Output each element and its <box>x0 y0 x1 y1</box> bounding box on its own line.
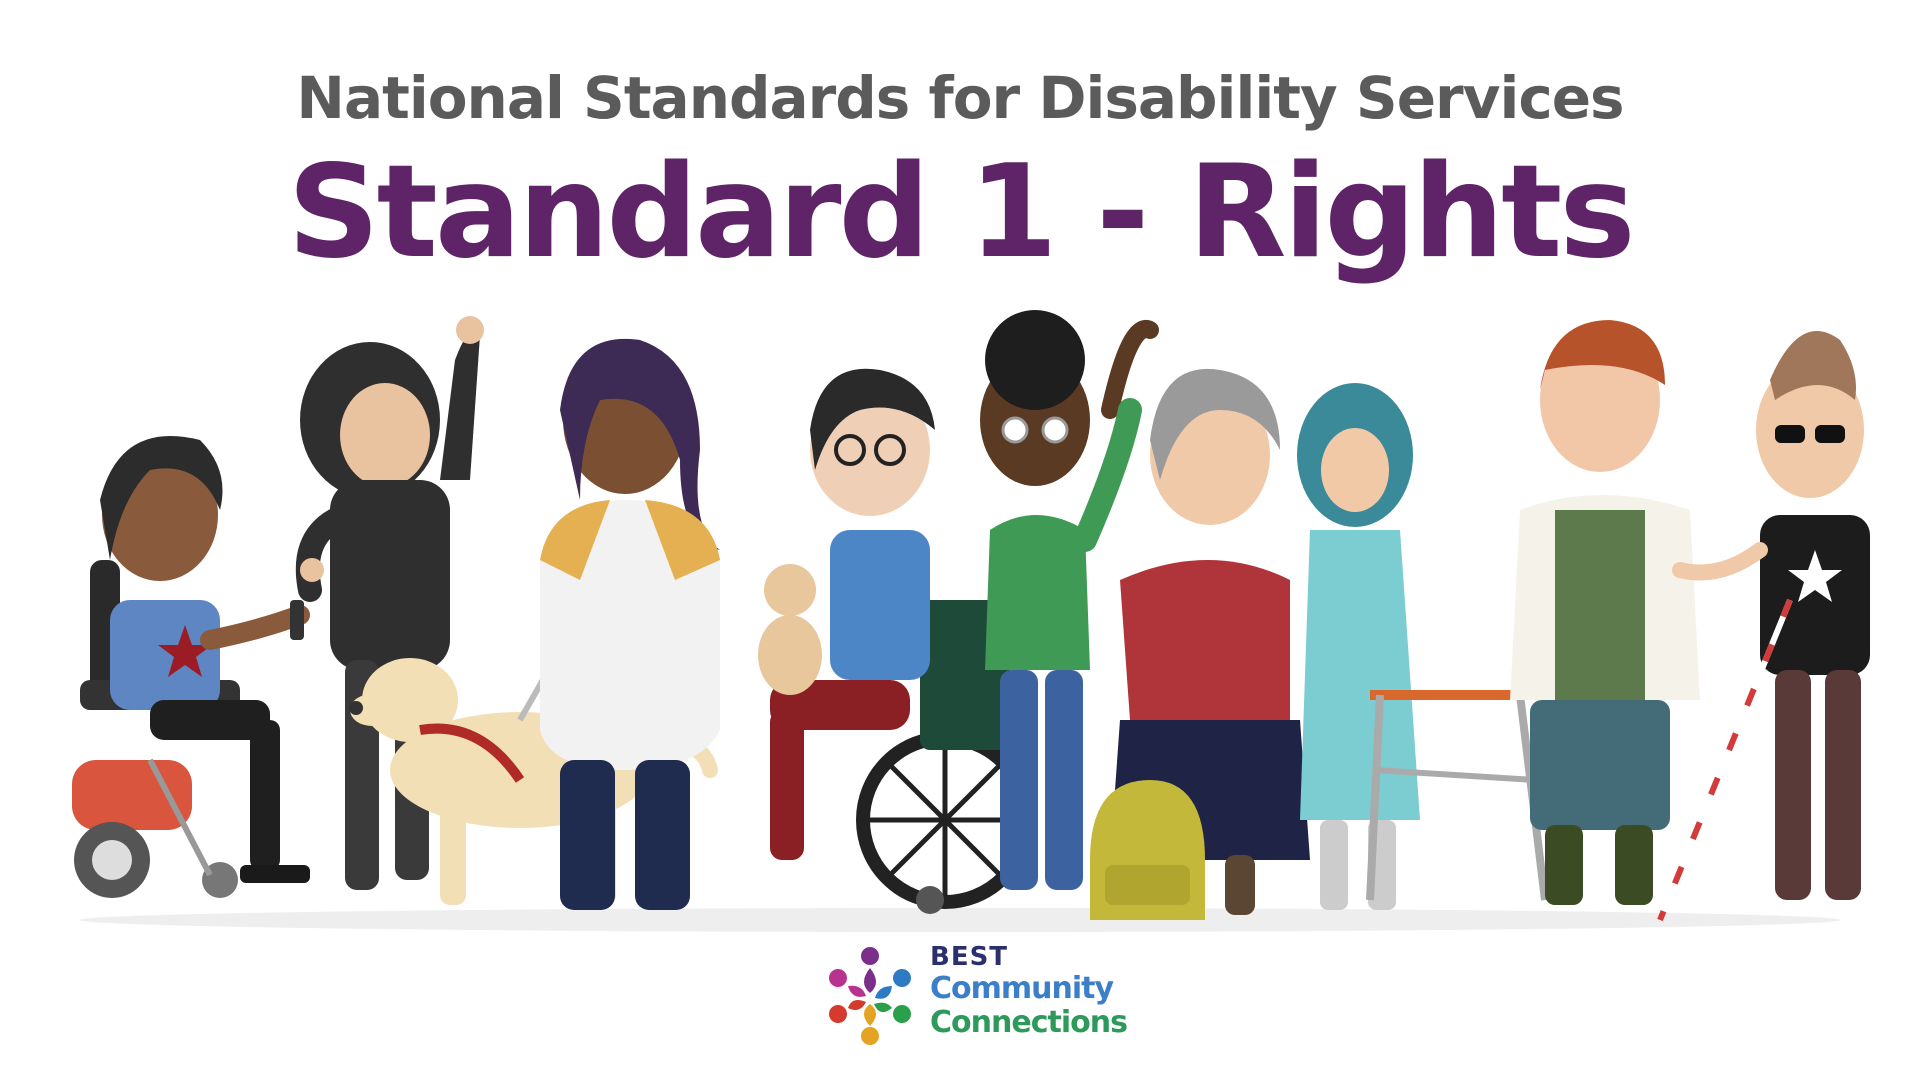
logo-community-text: Community <box>930 971 1114 1006</box>
man-in-checked-shirt <box>1510 320 1700 905</box>
page-subtitle: National Standards for Disability Servic… <box>296 64 1624 132</box>
ground-shadow <box>80 908 1840 932</box>
person-with-long-hair <box>540 338 720 910</box>
people-illustration <box>72 310 1870 932</box>
logo-connections-text: Connections <box>930 1005 1128 1040</box>
person-in-power-wheelchair <box>72 436 310 898</box>
woman-in-hijab-with-walker <box>1297 383 1549 910</box>
people-circle-logo-icon <box>829 947 911 1045</box>
logo-wordmark: BEST Community Connections <box>930 942 1128 1040</box>
best-community-connections-logo: BEST Community Connections <box>820 938 1128 1060</box>
backpack <box>1090 780 1205 920</box>
page-title: Standard 1 - Rights <box>287 138 1635 287</box>
logo-best-text: BEST <box>930 942 1009 972</box>
slide: National Standards for Disability Servic… <box>0 0 1920 1080</box>
